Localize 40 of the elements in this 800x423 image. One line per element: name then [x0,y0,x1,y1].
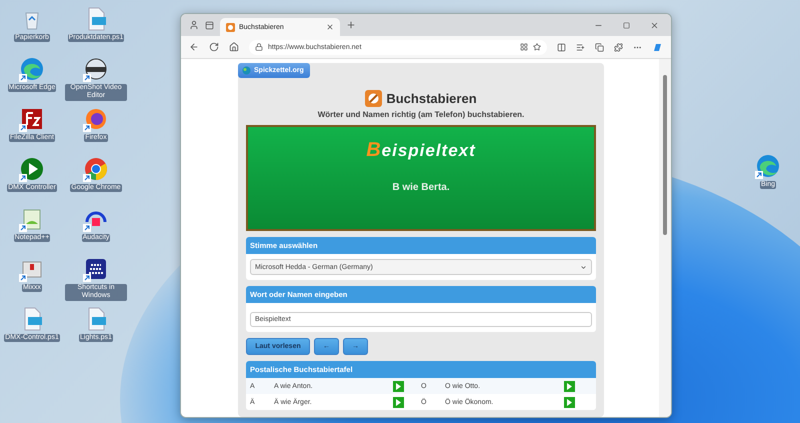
tab-actions-icon[interactable] [205,20,214,30]
lock-icon [255,43,263,51]
maximize-icon[interactable] [623,22,630,28]
scrollbar[interactable] [659,59,671,417]
logo-icon [365,90,382,107]
play-icon [396,382,401,390]
back-icon[interactable] [189,42,199,52]
page-subtitle: Wörter und Namen richtig (am Telefon) buchstabieren. [316,110,526,119]
profile-icon[interactable] [189,20,199,30]
page-title: Buchstabieren [386,91,477,106]
refresh-icon[interactable] [209,42,219,52]
play-button[interactable] [393,380,404,392]
globe-icon [242,66,251,75]
play-icon [567,398,572,406]
scrollbar-thumb[interactable] [663,75,667,235]
desktop-shortcut-icon[interactable] [83,56,109,82]
desktop-shortcut-icon[interactable] [19,156,45,182]
play-icon [396,398,401,406]
play-icon [567,382,572,390]
chalkboard-word: Beispieltext [366,139,476,162]
play-button[interactable] [393,396,404,408]
extensions-icon[interactable] [614,42,623,52]
play-button[interactable] [564,380,575,392]
close-tab-icon[interactable] [326,23,334,31]
desktop-shortcut-icon[interactable] [19,106,45,132]
new-tab-icon[interactable] [346,20,356,30]
play-button[interactable] [564,396,575,408]
star-icon[interactable] [533,43,541,51]
favorites-icon[interactable] [576,42,585,52]
home-icon[interactable] [229,42,239,52]
favicon-icon [226,22,235,32]
copilot-icon[interactable] [652,42,663,52]
desktop-shortcut-icon[interactable] [83,256,109,282]
split-screen-icon[interactable] [557,42,566,52]
desktop-shortcut-icon[interactable] [83,106,109,132]
app-grid-icon[interactable] [520,43,528,51]
collections-icon[interactable] [595,42,604,52]
chevron-down-icon [580,264,587,270]
spelling-text: B wie Berta. [392,182,450,193]
close-icon[interactable] [650,20,659,30]
